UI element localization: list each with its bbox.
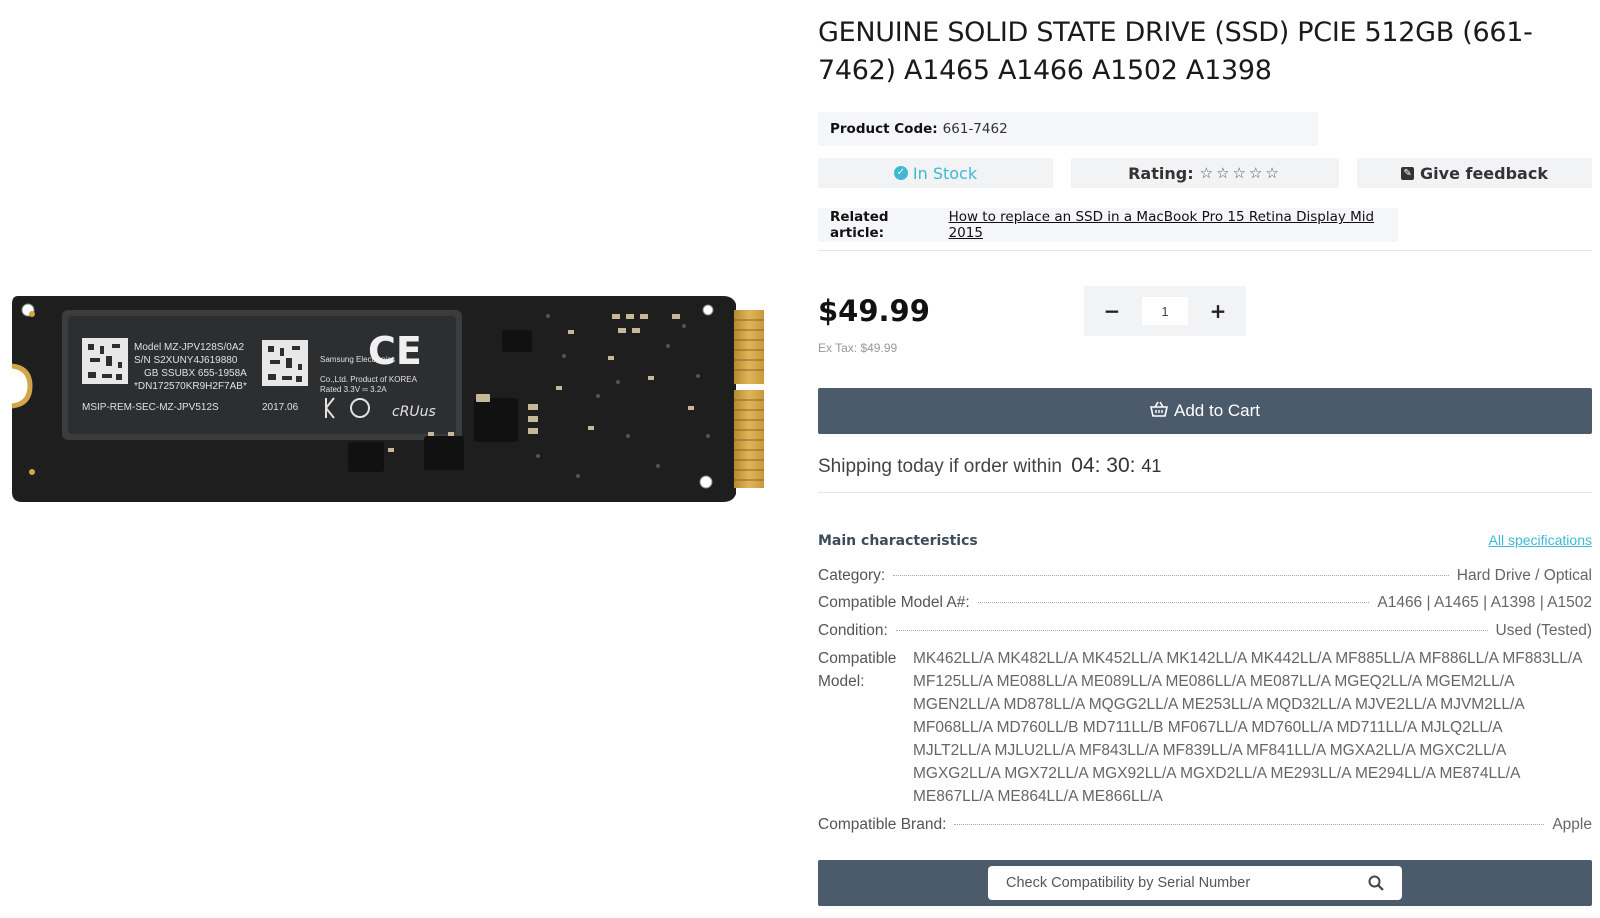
product-image: Model MZ-JPV128S/0A2 S/N S2XUNY4J619880 …	[8, 286, 782, 512]
quantity-stepper: − +	[1084, 286, 1246, 336]
countdown-timer: 04: 30: 41	[1071, 454, 1162, 477]
dotted-leader	[977, 602, 1370, 603]
add-to-cart-label: Add to Cart	[1174, 401, 1260, 420]
ssd-serial-text: S/N S2XUNY4J619880	[134, 355, 238, 366]
spec-label: Compatible Brand:	[818, 816, 947, 833]
product-code-label: Product Code:	[830, 121, 938, 137]
spec-label: Compatible Model A#:	[818, 594, 970, 611]
star-icon[interactable]: ☆	[1233, 164, 1249, 182]
countdown-minutes: 30	[1106, 454, 1130, 477]
ssd-dn-text: *DN172570KR9H2F7AB*	[134, 381, 247, 392]
product-code-value: 661-7462	[942, 121, 1008, 137]
ssd-msip-text: MSIP-REM-SEC-MZ-JPV512S	[82, 402, 219, 413]
spec-label: Category:	[818, 567, 886, 584]
ssd-origin-text: Co.,Ltd. Product of KOREA	[320, 375, 418, 384]
stock-status-text: In Stock	[912, 163, 978, 183]
price: $49.99	[818, 294, 930, 328]
related-article-label: Related article:	[830, 209, 889, 241]
spec-label: Compatible Model:	[818, 650, 897, 690]
characteristics-title: Main characteristics	[818, 533, 978, 549]
serial-number-input[interactable]	[1006, 866, 1356, 900]
dotted-leader	[893, 575, 1449, 576]
serial-search-box	[988, 866, 1402, 900]
quantity-decrease-button[interactable]: −	[1102, 299, 1122, 323]
spec-value: Apple	[1552, 816, 1592, 833]
product-title: GENUINE SOLID STATE DRIVE (SSD) PCIE 512…	[818, 17, 1533, 86]
spec-brand: Compatible Brand: Apple	[818, 816, 1592, 834]
product-code-row: Product Code: 661-7462	[818, 112, 1318, 146]
basket-icon	[1150, 401, 1168, 422]
quantity-increase-button[interactable]: +	[1208, 299, 1228, 323]
give-feedback-button[interactable]: ✎ Give feedback	[1357, 158, 1592, 188]
ssd-date-text: 2017.06	[262, 402, 299, 413]
ssd-gb-text: GB SSUBX 655-1958A	[144, 368, 247, 379]
ssd-model-text: Model MZ-JPV128S/0A2	[134, 342, 244, 353]
ce-mark-icon: CE	[368, 329, 422, 373]
shipping-countdown: Shipping today if order within 04: 30: 4…	[818, 454, 1161, 478]
star-icon[interactable]: ☆	[1216, 164, 1232, 182]
ssd-illustration: Model MZ-JPV128S/0A2 S/N S2XUNY4J619880 …	[11, 296, 764, 502]
quantity-input[interactable]	[1142, 297, 1188, 325]
serial-check-bar	[818, 860, 1592, 906]
spec-model-number: Compatible Model A#: A1466 | A1465 | A13…	[818, 594, 1592, 612]
give-feedback-label: Give feedback	[1420, 163, 1548, 183]
search-icon[interactable]	[1368, 875, 1384, 891]
product-details: GENUINE SOLID STATE DRIVE (SSD) PCIE 512…	[818, 14, 1592, 906]
rating-label: Rating:	[1128, 163, 1194, 183]
related-article-row: Related article: How to replace an SSD i…	[818, 208, 1398, 242]
star-icon[interactable]: ☆	[1265, 164, 1281, 182]
spec-category: Category: Hard Drive / Optical	[818, 567, 1592, 585]
all-specifications-link[interactable]: All specifications	[1489, 532, 1593, 548]
add-to-cart-button[interactable]: Add to Cart	[818, 388, 1592, 434]
countdown-hours: 04	[1071, 454, 1095, 477]
characteristics-header: Main characteristics All specifications	[818, 532, 1592, 550]
edit-icon: ✎	[1401, 166, 1415, 180]
ul-mark-icon: cRUus	[392, 404, 436, 420]
ssd-rated-text: Rated 3.3V ═ 3.2A	[320, 385, 387, 394]
rating-box: Rating: ☆☆☆☆☆	[1071, 158, 1339, 188]
divider	[818, 250, 1592, 251]
ex-tax-price: Ex Tax: $49.99	[818, 341, 898, 355]
check-circle-icon: ✓	[893, 166, 908, 180]
shipping-text: Shipping today if order within	[818, 456, 1062, 477]
spec-value: Hard Drive / Optical	[1456, 567, 1592, 584]
star-icon[interactable]: ☆	[1249, 164, 1265, 182]
countdown-seconds: 41	[1141, 456, 1162, 476]
status-pills: ✓ In Stock Rating: ☆☆☆☆☆ ✎ Give feedback	[818, 158, 1592, 188]
stock-status: ✓ In Stock	[818, 158, 1053, 188]
dotted-leader	[895, 630, 1488, 631]
spec-value: A1466 | A1465 | A1398 | A1502	[1377, 594, 1592, 611]
spec-value: Used (Tested)	[1495, 622, 1592, 639]
divider	[818, 492, 1592, 493]
star-icon[interactable]: ☆	[1200, 164, 1216, 182]
spec-condition: Condition: Used (Tested)	[818, 622, 1592, 640]
spec-value: MK462LL/A MK482LL/A MK452LL/A MK142LL/A …	[913, 650, 1582, 805]
spec-label: Condition:	[818, 622, 888, 639]
dotted-leader	[954, 824, 1545, 825]
related-article-link[interactable]: How to replace an SSD in a MacBook Pro 1…	[949, 209, 1398, 241]
rating-stars[interactable]: ☆☆☆☆☆	[1200, 164, 1282, 182]
